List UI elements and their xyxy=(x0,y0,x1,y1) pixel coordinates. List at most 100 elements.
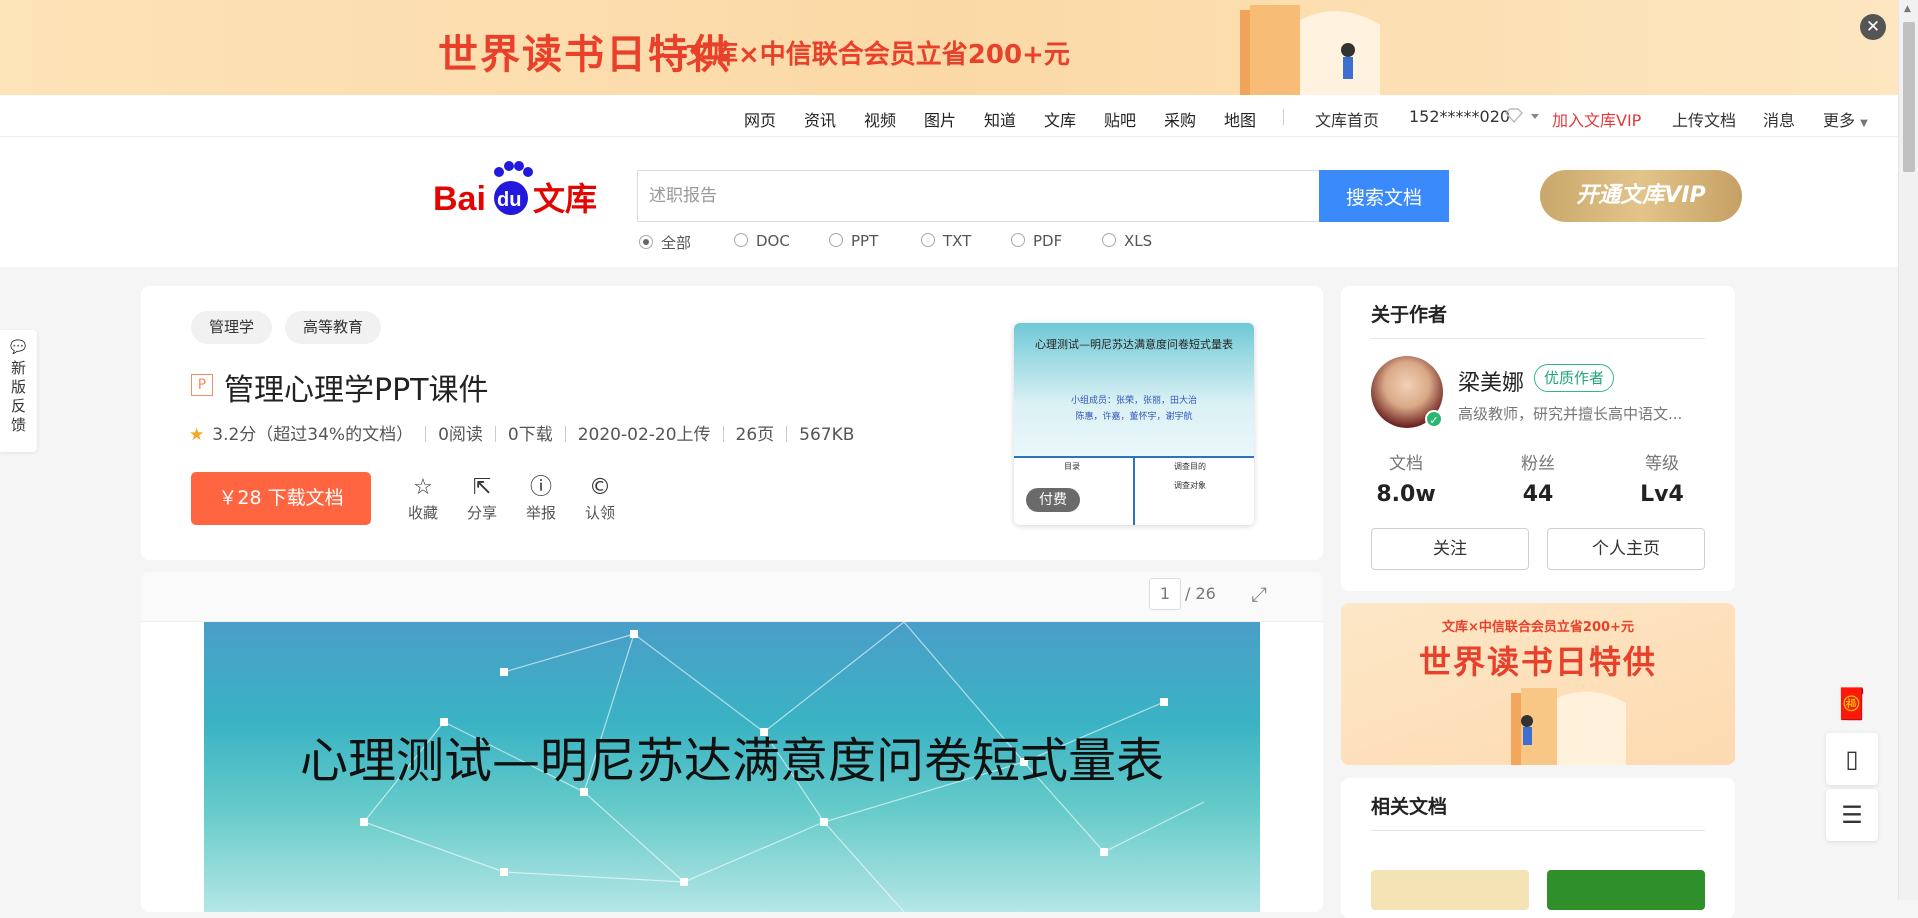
doc-downloads: 0下载 xyxy=(507,425,553,445)
nav-link-video[interactable]: 视频 xyxy=(864,107,896,131)
star-icon: ★ xyxy=(189,425,205,445)
author-homepage-button[interactable]: 个人主页 xyxy=(1547,528,1705,570)
radio-icon xyxy=(921,233,935,247)
scroll-up-icon[interactable]: ▲ xyxy=(1904,4,1911,14)
diamond-icon[interactable] xyxy=(1503,108,1543,124)
viewer-toolbar: 1 / 26 ⤢ xyxy=(141,572,1323,622)
thumb-title: 心理测试—明尼苏达满意度问卷短式量表 xyxy=(1035,338,1233,351)
filter-pdf[interactable]: PDF xyxy=(1011,232,1062,250)
mobile-phone-icon[interactable]: ▯ xyxy=(1826,733,1878,785)
related-section-title: 相关文档 xyxy=(1371,796,1448,818)
author-section-title: 关于作者 xyxy=(1371,304,1448,326)
filter-txt[interactable]: TXT xyxy=(921,232,971,250)
avatar[interactable]: ✓ xyxy=(1371,356,1443,428)
nav-link-web[interactable]: 网页 xyxy=(744,107,776,131)
thumb-purpose-heading: 调查目的 xyxy=(1174,462,1206,471)
action-label: 认领 xyxy=(584,504,615,522)
search-input[interactable] xyxy=(637,170,1320,222)
filter-label: XLS xyxy=(1124,232,1153,250)
radio-icon xyxy=(1011,233,1025,247)
doc-upload-date: 2020-02-20上传 xyxy=(577,425,711,445)
slide-preview: 心理测试—明尼苏达满意度问卷短式量表 xyxy=(204,622,1260,912)
claim-action[interactable]: © 认领 xyxy=(580,474,620,523)
stat-documents: 文档 8.0w xyxy=(1361,449,1451,507)
nav-link-map[interactable]: 地图 xyxy=(1224,107,1256,131)
share-action[interactable]: ⇱ 分享 xyxy=(462,474,502,523)
nav-link-images[interactable]: 图片 xyxy=(924,107,956,131)
search-header: Bai du 文库 搜索文档 全部 DOC PPT TXT PDF XLS 开通… xyxy=(0,137,1898,267)
logo-du: du xyxy=(497,189,521,211)
nav-link-news[interactable]: 资讯 xyxy=(804,107,836,131)
fullscreen-expand-icon[interactable]: ⤢ xyxy=(1251,582,1267,606)
filter-xls[interactable]: XLS xyxy=(1102,232,1152,250)
radio-icon xyxy=(1102,233,1116,247)
logo-bai: Bai xyxy=(433,180,486,218)
chat-message-icon[interactable]: ☰ xyxy=(1826,789,1878,841)
action-label: 收藏 xyxy=(407,504,438,522)
nav-link-zhidao[interactable]: 知道 xyxy=(984,107,1016,131)
filter-all[interactable]: 全部 xyxy=(639,232,691,253)
nav-messages[interactable]: 消息 xyxy=(1763,107,1795,131)
page-scrollbar[interactable]: ▲ xyxy=(1898,0,1918,900)
quality-author-badge: 优质作者 xyxy=(1534,364,1615,392)
side-promo-banner[interactable]: 文库×中信联合会员立省200+元 世界读书日特供 xyxy=(1341,603,1735,765)
action-label: 举报 xyxy=(525,504,556,522)
slide-title: 心理测试—明尼苏达满意度问卷短式量表 xyxy=(299,733,1164,789)
doc-pages: 26页 xyxy=(735,425,775,445)
filter-doc[interactable]: DOC xyxy=(734,232,790,250)
verified-icon: ✓ xyxy=(1425,410,1443,428)
doc-tag[interactable]: 高等教育 xyxy=(285,311,382,344)
stat-label: 粉丝 xyxy=(1521,454,1555,474)
document-thumbnail[interactable]: 心理测试—明尼苏达满意度问卷短式量表 小组成员：张荣，张丽，田大治 陈惠，许嘉，… xyxy=(1014,323,1254,525)
favorite-action[interactable]: ☆ 收藏 xyxy=(403,474,443,523)
page-number-input[interactable]: 1 xyxy=(1149,578,1181,610)
stat-label: 文档 xyxy=(1389,454,1423,474)
nav-upload-doc[interactable]: 上传文档 xyxy=(1672,107,1736,131)
follow-button[interactable]: 关注 xyxy=(1371,528,1529,570)
action-label: 分享 xyxy=(466,504,497,522)
banner-subtitle: 文库×中信联合会员立省200+元 xyxy=(686,40,1070,70)
stat-value: 8.0w xyxy=(1376,482,1436,507)
report-icon: ⓘ xyxy=(529,475,552,500)
document-info-card: 管理学 高等教育 P 管理心理学PPT课件 ★ 3.2分（超过34%的文档） 0阅读… xyxy=(141,286,1323,560)
share-icon: ⇱ xyxy=(472,475,492,500)
nav-more[interactable]: 更多 ▼ xyxy=(1823,107,1868,131)
doc-tag[interactable]: 管理学 xyxy=(191,311,273,344)
open-vip-button[interactable]: 开通文库VIP xyxy=(1540,170,1742,222)
paid-badge: 付费 xyxy=(1026,488,1080,512)
nav-more-label: 更多 xyxy=(1823,111,1856,130)
nav-wenku-home[interactable]: 文库首页 xyxy=(1315,107,1379,131)
nav-join-vip[interactable]: 加入文库VIP xyxy=(1552,107,1641,131)
star-outline-icon: ☆ xyxy=(413,475,433,500)
promo-banner[interactable]: 世界读书日特供 文库×中信联合会员立省200+元 xyxy=(0,0,1898,95)
search-button[interactable]: 搜索文档 xyxy=(1319,170,1449,222)
doc-rating: 3.2分（超过34%的文档） xyxy=(212,425,414,445)
feedback-tab[interactable]: 💬 新版反馈 xyxy=(0,330,37,452)
related-doc-thumbnail[interactable] xyxy=(1371,870,1529,910)
thumb-subject-heading: 调查对象 xyxy=(1174,481,1206,490)
download-button[interactable]: ￥28 下载文档 xyxy=(191,472,371,525)
nav-link-wenku[interactable]: 文库 xyxy=(1044,107,1076,131)
page-total: / 26 xyxy=(1185,584,1216,603)
related-docs-card: 相关文档 xyxy=(1341,778,1735,918)
document-viewer: 1 / 26 ⤢ 心理测试—明尼苏达满意度问卷短式量表 xyxy=(141,572,1323,912)
scrollbar-thumb[interactable] xyxy=(1903,22,1915,172)
doc-size: 567KB xyxy=(799,425,855,445)
related-doc-thumbnail[interactable] xyxy=(1547,870,1705,910)
filter-label: TXT xyxy=(943,232,972,250)
filter-label: PPT xyxy=(851,232,879,250)
radio-icon xyxy=(829,233,843,247)
nav-link-purchase[interactable]: 采购 xyxy=(1164,107,1196,131)
report-action[interactable]: ⓘ 举报 xyxy=(521,474,561,523)
thumb-members-line1: 小组成员：张荣，张丽，田大治 xyxy=(1070,396,1197,406)
promo-book-illustration xyxy=(1511,688,1626,765)
banner-close-button[interactable]: ✕ xyxy=(1860,14,1886,40)
red-envelope-icon[interactable]: 🧧 xyxy=(1826,685,1878,725)
nav-user-account[interactable]: 152*****020 xyxy=(1409,107,1510,126)
logo-wenku: 文库 xyxy=(533,180,597,218)
author-name[interactable]: 梁美娜 xyxy=(1458,365,1524,397)
stat-level: 等级 Lv4 xyxy=(1617,449,1707,507)
nav-link-tieba[interactable]: 贴吧 xyxy=(1104,107,1136,131)
baidu-wenku-logo[interactable]: Bai du 文库 xyxy=(433,160,608,220)
filter-ppt[interactable]: PPT xyxy=(829,232,878,250)
